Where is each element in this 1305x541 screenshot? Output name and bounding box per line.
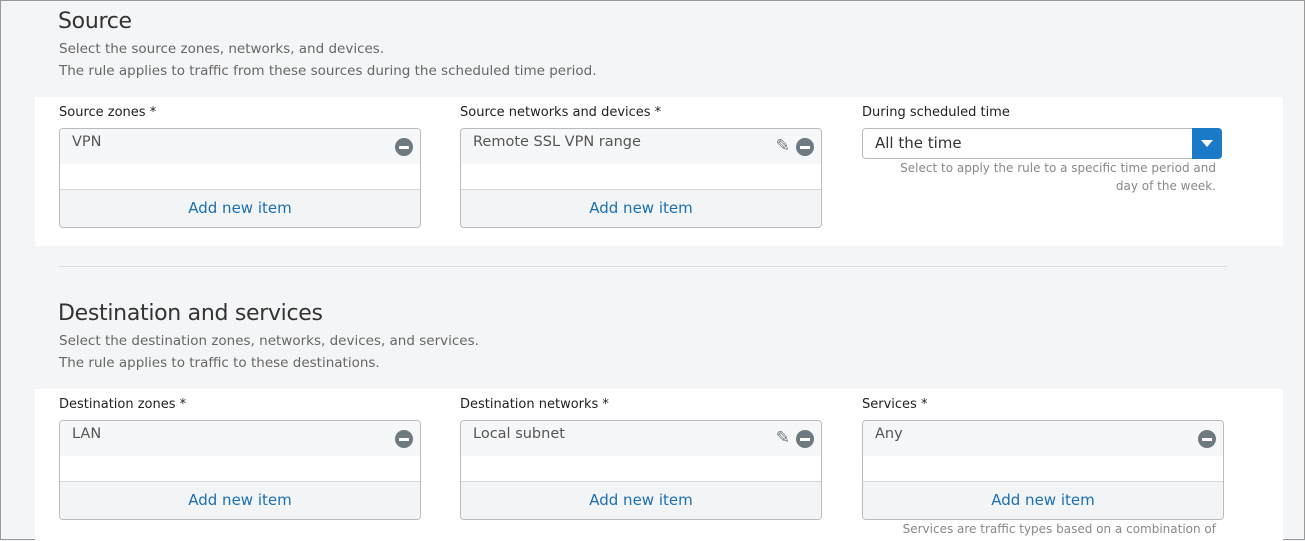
source-description: Select the source zones, networks, and d… (59, 41, 385, 57)
destination-description: Select the destination zones, networks, … (59, 333, 479, 349)
schedule-select[interactable]: All the time (862, 128, 1222, 159)
chevron-down-icon[interactable] (1192, 128, 1222, 159)
remove-icon[interactable] (796, 430, 814, 448)
add-new-item-button[interactable]: Add new item (461, 189, 821, 227)
section-divider (59, 266, 1227, 267)
list-item: LAN (60, 421, 420, 456)
schedule-help: Select to apply the rule to a specific t… (900, 161, 1216, 193)
services-label: Services * (862, 397, 928, 412)
destination-zones-list: LAN Add new item (59, 420, 421, 520)
remove-icon[interactable] (1198, 430, 1216, 448)
list-item: Remote SSL VPN range ✎ (461, 129, 821, 164)
list-item: Local subnet ✎ (461, 421, 821, 456)
destination-zones-label: Destination zones * (59, 397, 187, 412)
edit-icon[interactable]: ✎ (776, 136, 790, 156)
item-label: Remote SSL VPN range (473, 134, 641, 150)
add-new-item-button[interactable]: Add new item (863, 481, 1223, 519)
services-help: Services are traffic types based on a co… (902, 522, 1216, 536)
item-label: Any (875, 426, 903, 442)
destination-networks-list: Local subnet ✎ Add new item (460, 420, 822, 520)
remove-icon[interactable] (395, 138, 413, 156)
source-heading: Source (58, 9, 132, 34)
destination-networks-label: Destination networks * (460, 397, 609, 412)
source-description-2: The rule applies to traffic from these s… (59, 63, 597, 79)
schedule-label: During scheduled time (862, 105, 1010, 120)
add-new-item-button[interactable]: Add new item (461, 481, 821, 519)
schedule-value: All the time (875, 134, 962, 152)
item-label: LAN (72, 426, 102, 442)
list-item: Any (863, 421, 1223, 456)
add-new-item-button[interactable]: Add new item (60, 481, 420, 519)
source-zones-label: Source zones * (59, 105, 157, 120)
source-networks-list: Remote SSL VPN range ✎ Add new item (460, 128, 822, 228)
source-zones-list: VPN Add new item (59, 128, 421, 228)
remove-icon[interactable] (796, 138, 814, 156)
add-new-item-button[interactable]: Add new item (60, 189, 420, 227)
destination-description-2: The rule applies to traffic to these des… (59, 355, 380, 371)
edit-icon[interactable]: ✎ (776, 428, 790, 448)
item-label: Local subnet (473, 426, 565, 442)
remove-icon[interactable] (395, 430, 413, 448)
item-label: VPN (72, 134, 102, 150)
destination-heading: Destination and services (58, 301, 323, 326)
list-item: VPN (60, 129, 420, 164)
services-list: Any Add new item (862, 420, 1224, 520)
source-networks-label: Source networks and devices * (460, 105, 662, 120)
